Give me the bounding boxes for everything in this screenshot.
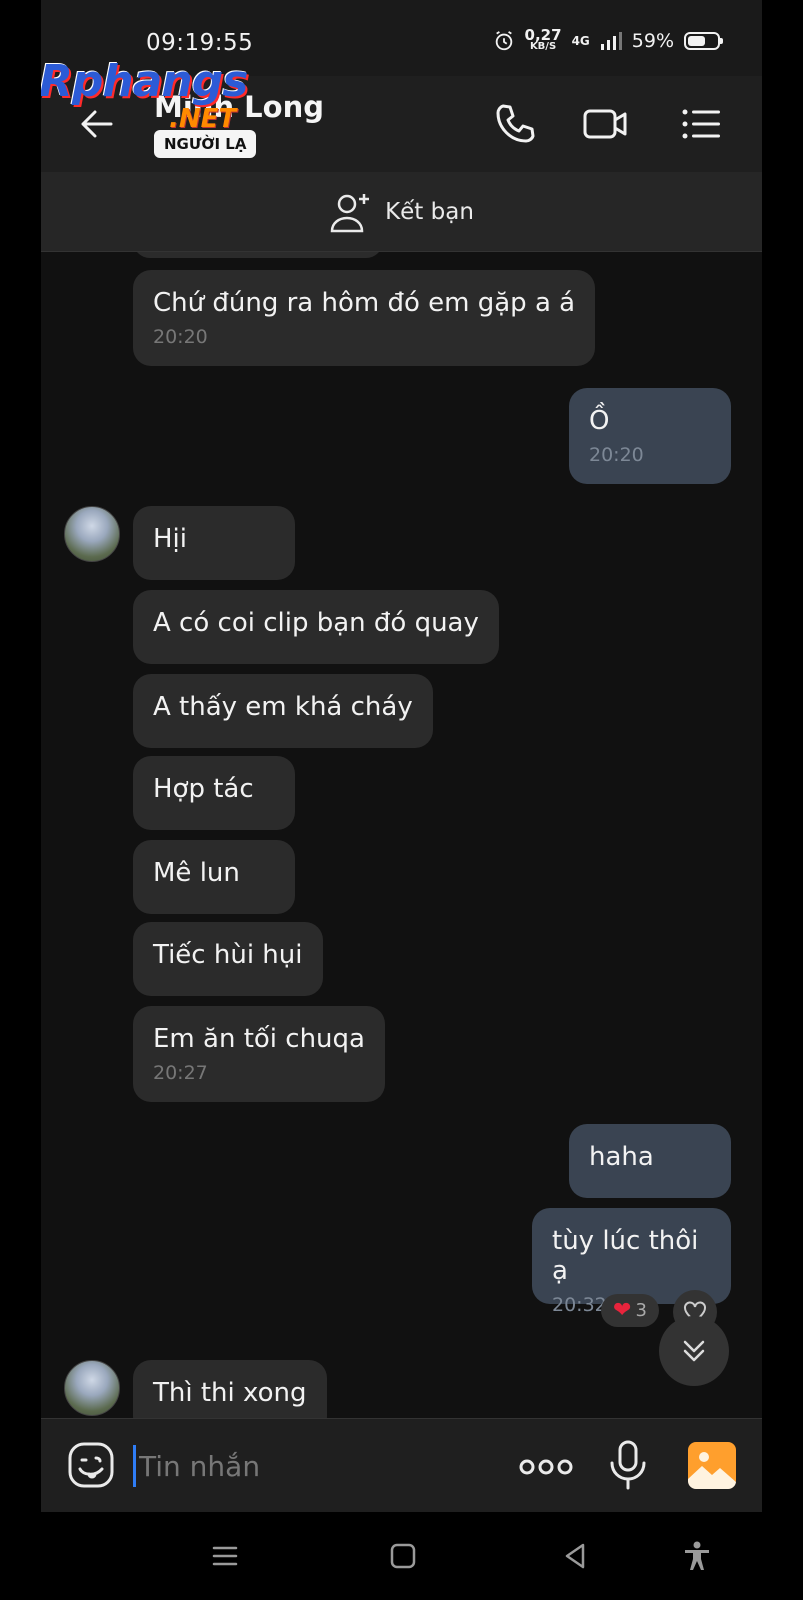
contact-avatar[interactable] (64, 1360, 120, 1416)
message-time: 20:20 (153, 326, 208, 348)
back-arrow-icon[interactable] (77, 104, 117, 144)
chat-header: Minh Long NGƯỜI LẠ Rphangs .NET (41, 56, 762, 172)
system-nav-bar (41, 1512, 762, 1600)
scroll-to-bottom-button[interactable] (659, 1316, 729, 1386)
message-bubble[interactable]: Hịi (133, 506, 295, 580)
video-call-icon[interactable] (581, 100, 629, 148)
home-nav-icon[interactable] (387, 1540, 419, 1572)
speed-value: 0,27 (524, 26, 562, 44)
add-friend-label: Kết bạn (385, 198, 474, 225)
message-bubble[interactable]: Ồ 20:20 (569, 388, 731, 484)
add-user-icon (330, 193, 370, 232)
network-type: 4G (571, 34, 590, 48)
menu-nav-icon[interactable] (209, 1540, 241, 1572)
message-text: tùy lúc thôi ạ (552, 1226, 699, 1286)
message-text: Tiếc hùi hụi (153, 940, 303, 970)
add-friend-bar[interactable]: Kết bạn (41, 172, 762, 252)
back-nav-icon[interactable] (559, 1540, 591, 1572)
contact-avatar[interactable] (64, 506, 120, 562)
message-bubble[interactable]: Chứ đúng ra hôm đó em gặp a á 20:20 (133, 270, 596, 366)
microphone-icon[interactable] (606, 1439, 650, 1491)
heart-reaction-icon: ❤ (613, 1298, 632, 1323)
more-options-icon[interactable] (518, 1447, 574, 1487)
double-chevron-down-icon (683, 1340, 705, 1362)
message-text: Em ăn tối chuqa (153, 1024, 365, 1054)
message-bubble[interactable]: Em ăn tối chuqa 20:27 (133, 1006, 385, 1102)
text-cursor (133, 1445, 136, 1487)
message-bubble[interactable]: Thì thi xong (133, 1360, 327, 1418)
message-text: Chứ đúng ra hôm đó em gặp a á (153, 288, 576, 318)
status-icons: 0,27 KB/S 4G 59% (493, 26, 723, 53)
reaction-count[interactable]: ❤ 3 (601, 1294, 659, 1327)
message-composer (41, 1418, 762, 1512)
message-bubble[interactable]: A thấy em khá cháy (133, 674, 433, 748)
watermark-logo: Rphangs (41, 56, 248, 107)
message-time: 20:20 (589, 444, 644, 466)
message-bubble[interactable]: Hợp tác (133, 756, 295, 830)
message-list[interactable]: Chứ đúng ra hôm đó em gặp a á 20:20 Ồ 20… (41, 252, 762, 1418)
accessibility-icon[interactable] (681, 1540, 713, 1572)
stranger-badge: NGƯỜI LẠ (154, 130, 257, 158)
message-text: Hịi (153, 524, 187, 554)
message-text: Mê lun (153, 858, 240, 888)
reaction-number: 3 (635, 1300, 647, 1321)
message-time: 20:27 (153, 1062, 208, 1084)
options-menu-icon[interactable] (677, 100, 725, 148)
message-text: A có coi clip bạn đó quay (153, 608, 479, 638)
speed-unit: KB/S (529, 41, 557, 52)
signal-icon (600, 32, 622, 50)
battery-icon (684, 32, 723, 50)
message-bubble[interactable]: A có coi clip bạn đó quay (133, 590, 499, 664)
battery-percent: 59% (631, 30, 674, 52)
gallery-image-icon[interactable] (687, 1441, 737, 1489)
message-input[interactable] (139, 1441, 499, 1491)
message-text: Ồ (589, 406, 610, 436)
phone-call-icon[interactable] (491, 100, 539, 148)
sticker-emoji-icon[interactable] (67, 1441, 115, 1489)
message-bubble[interactable]: Mê lun (133, 840, 295, 914)
message-text: Thì thi xong (153, 1378, 307, 1408)
message-text: Hợp tác (153, 774, 254, 804)
message-bubble-partial (133, 252, 383, 258)
alarm-icon (495, 31, 512, 51)
message-bubble[interactable]: tùy lúc thôi ạ 20:32 (532, 1208, 731, 1316)
message-bubble[interactable]: Tiếc hùi hụi (133, 922, 323, 996)
network-speed: 0,27 KB/S (524, 26, 562, 53)
status-time: 09:19:55 (146, 30, 254, 56)
phone-screen: 09:19:55 0,27 KB/S 4G 59% Minh Long NGƯỜ… (41, 0, 762, 1600)
message-text: haha (589, 1142, 654, 1172)
message-text: A thấy em khá cháy (153, 692, 413, 722)
watermark-logo-net: .NET (169, 104, 237, 134)
message-bubble[interactable]: haha (569, 1124, 731, 1198)
